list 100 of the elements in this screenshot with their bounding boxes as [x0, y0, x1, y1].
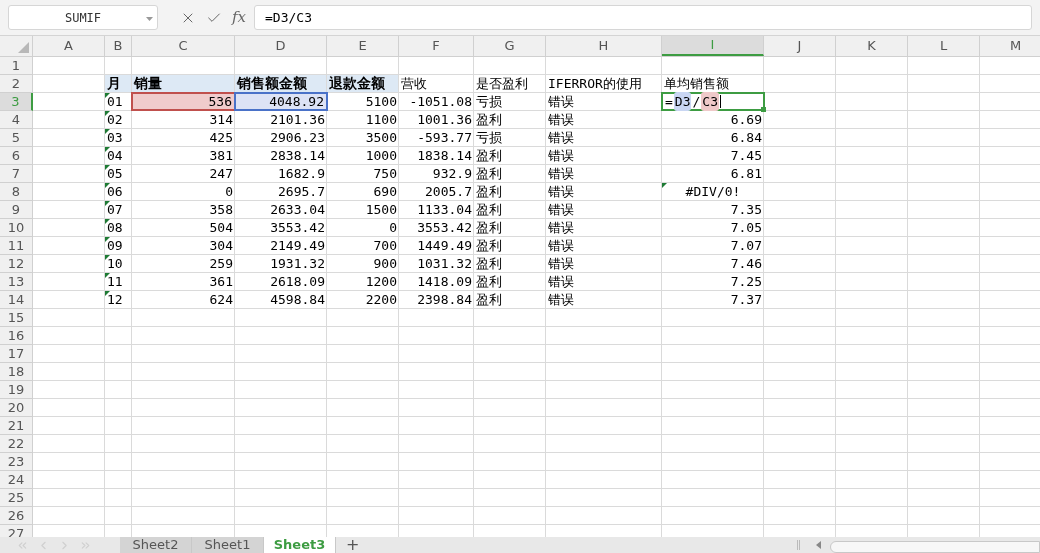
row-header[interactable]: 13: [0, 273, 33, 291]
table-cell-text: 错误: [548, 236, 574, 255]
table-cell-text: 亏损: [476, 128, 502, 147]
row-header[interactable]: 22: [0, 435, 33, 453]
table-cell-text: 02: [107, 110, 123, 129]
row-header[interactable]: 20: [0, 399, 33, 417]
table-cell-text: 03: [107, 128, 123, 147]
table-cell-text: 错误: [548, 290, 574, 309]
name-box[interactable]: SUMIF: [8, 5, 158, 30]
row-header[interactable]: 15: [0, 309, 33, 327]
table-cell-text: 04: [107, 146, 123, 165]
table-cell-text: 2838.14: [270, 146, 325, 165]
column-header[interactable]: C: [132, 36, 235, 56]
scroll-left-icon[interactable]: [814, 541, 824, 549]
row-header[interactable]: 9: [0, 201, 33, 219]
table-cell-text: 错误: [548, 92, 574, 111]
column-header[interactable]: A: [33, 36, 105, 56]
table-cell-text: 盈利: [476, 200, 502, 219]
table-cell-text: 盈利: [476, 254, 502, 273]
column-header[interactable]: K: [836, 36, 908, 56]
table-cell-text: 7.35: [730, 200, 762, 219]
row-header[interactable]: 24: [0, 471, 33, 489]
row-header[interactable]: 10: [0, 219, 33, 237]
table-cell-text: 6.84: [730, 128, 762, 147]
referenced-cell: 4048.92: [236, 94, 326, 109]
table-cell-text: 1838.14: [417, 146, 472, 165]
formula-field[interactable]: =D3/C3: [254, 5, 1032, 30]
row-header[interactable]: 8: [0, 183, 33, 201]
column-header[interactable]: M: [980, 36, 1040, 56]
select-all-icon[interactable]: [18, 42, 29, 53]
table-cell-text: 7.46: [730, 254, 762, 273]
row-header[interactable]: 1: [0, 57, 33, 75]
table-cell-text: 5100: [365, 92, 397, 111]
row-header[interactable]: 27: [0, 525, 33, 537]
table-cell-text: 错误: [548, 254, 574, 273]
column-header[interactable]: J: [764, 36, 836, 56]
column-header[interactable]: L: [908, 36, 980, 56]
row-header[interactable]: 7: [0, 165, 33, 183]
row-header[interactable]: 14: [0, 291, 33, 309]
table-cell-text: 304: [209, 236, 233, 255]
table-cell-text: 381: [209, 146, 233, 165]
row-header[interactable]: 5: [0, 129, 33, 147]
table-cell-text: 1100: [365, 110, 397, 129]
column-header[interactable]: F: [399, 36, 474, 56]
table-cell-text: 2618.09: [270, 272, 325, 291]
column-header[interactable]: D: [235, 36, 327, 56]
table-cell-text: 2906.23: [270, 128, 325, 147]
column-header[interactable]: B: [105, 36, 132, 56]
row-header[interactable]: 12: [0, 255, 33, 273]
row-header[interactable]: 4: [0, 111, 33, 129]
sheet-tab[interactable]: Sheet2: [120, 537, 192, 553]
table-cell-text: 700: [373, 236, 397, 255]
header-cell: 销量: [132, 75, 234, 92]
function-button[interactable]: fx: [232, 6, 246, 29]
row-header[interactable]: 25: [0, 489, 33, 507]
table-cell-text: 11: [107, 272, 123, 291]
table-cell-text: 盈利: [476, 236, 502, 255]
formula-edit-cell[interactable]: =D3/C3: [661, 92, 765, 111]
table-cell-text: 08: [107, 218, 123, 237]
table-cell-text: 3553.42: [417, 218, 472, 237]
table-cell-text: 7.45: [730, 146, 762, 165]
row-header[interactable]: 2: [0, 75, 33, 93]
row-header[interactable]: 6: [0, 147, 33, 165]
table-cell-text: 2149.49: [270, 236, 325, 255]
table-cell-text: 盈利: [476, 218, 502, 237]
column-header[interactable]: E: [327, 36, 399, 56]
table-cell-text: 900: [373, 254, 397, 273]
add-sheet-button[interactable]: +: [346, 537, 360, 553]
table-cell-text: 7.05: [730, 218, 762, 237]
table-cell-text: 259: [209, 254, 233, 273]
row-header[interactable]: 21: [0, 417, 33, 435]
table-cell-text: 09: [107, 236, 123, 255]
row-header[interactable]: 26: [0, 507, 33, 525]
sheet-tab[interactable]: Sheet3: [264, 537, 336, 553]
row-header[interactable]: 11: [0, 237, 33, 255]
horizontal-scrollbar[interactable]: [830, 541, 1040, 553]
table-cell-text: 2005.7: [425, 182, 472, 201]
table-cell-text: 247: [209, 164, 233, 183]
table-cell-text: 错误: [548, 182, 574, 201]
table-cell-text: 错误: [548, 146, 574, 165]
row-header[interactable]: 23: [0, 453, 33, 471]
table-cell-text: 错误: [548, 200, 574, 219]
sheet-tab[interactable]: Sheet1: [192, 537, 264, 553]
row-header[interactable]: 16: [0, 327, 33, 345]
column-header[interactable]: G: [474, 36, 546, 56]
row-header[interactable]: 18: [0, 363, 33, 381]
row-header[interactable]: 19: [0, 381, 33, 399]
operator: =: [664, 92, 674, 111]
header-cell: 退款金额: [327, 75, 398, 92]
table-cell-text: 05: [107, 164, 123, 183]
table-cell-text: 盈利: [476, 182, 502, 201]
table-cell-text: 2200: [365, 290, 397, 309]
table-cell-text: 1133.04: [417, 200, 472, 219]
table-cell-text: 错误: [548, 164, 574, 183]
table-cell-text: 12: [107, 290, 123, 309]
table-cell-text: 2398.84: [417, 290, 472, 309]
table-cell-text: 2633.04: [270, 200, 325, 219]
row-header[interactable]: 17: [0, 345, 33, 363]
table-cell-text: 盈利: [476, 272, 502, 291]
table-cell-text: 1200: [365, 272, 397, 291]
